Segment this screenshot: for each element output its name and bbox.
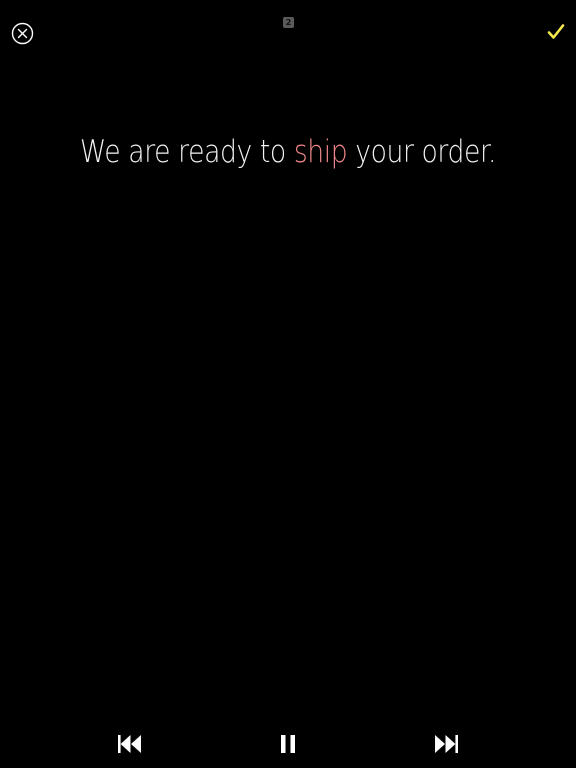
pause-button[interactable]: [280, 734, 296, 754]
message-text: We are ready to ship your order.: [40, 134, 535, 170]
previous-button[interactable]: [118, 734, 142, 754]
close-button[interactable]: [11, 22, 34, 45]
page-number-badge: 2: [283, 17, 294, 28]
skip-back-icon: [118, 735, 141, 753]
message-text-after: your order.: [347, 134, 497, 170]
skip-forward-icon: [435, 735, 458, 753]
slideshow-screen: 2 We are ready to ship your order.: [0, 0, 576, 768]
playback-controls: [0, 708, 576, 768]
close-circle-icon: [11, 22, 34, 45]
pause-icon: [281, 735, 295, 753]
next-button[interactable]: [434, 734, 458, 754]
done-button[interactable]: [546, 22, 566, 42]
message-text-before: We are ready to: [79, 134, 294, 170]
message-highlight-word: ship: [293, 134, 348, 170]
checkmark-icon: [547, 24, 565, 39]
